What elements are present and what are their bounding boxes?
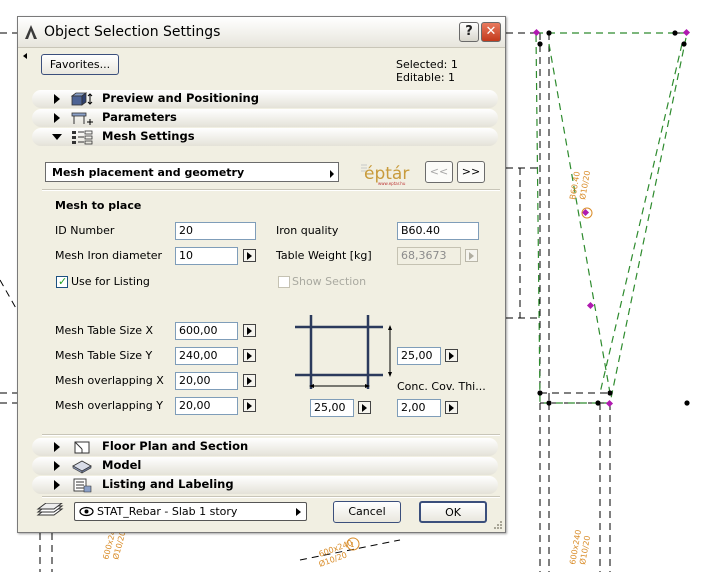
eye-icon — [79, 506, 94, 517]
group-title: Mesh to place — [55, 199, 142, 212]
collapse-arrow-icon[interactable] — [23, 53, 27, 59]
drawing-marker: 1 — [350, 541, 354, 549]
section-preview-positioning[interactable]: Preview and Positioning — [32, 90, 498, 108]
close-button[interactable]: ✕ — [481, 22, 501, 42]
section-listing-labeling[interactable]: Listing and Labeling — [32, 476, 498, 494]
layer-select[interactable]: STAT_Rebar - Slab 1 story — [74, 502, 307, 521]
expand-arrow-icon — [54, 480, 60, 490]
mesh-overlapping-y-label: Mesh overlapping Y — [55, 399, 163, 412]
layers-icon — [36, 503, 64, 516]
title-bar[interactable]: Object Selection Settings ? ✕ — [18, 17, 505, 48]
mesh-settings-icon — [72, 130, 93, 145]
eptar-logo-url: www.eptar.hu — [378, 181, 406, 186]
section-model[interactable]: Model — [32, 457, 498, 475]
mesh-table-size-x-label: Mesh Table Size X — [55, 324, 154, 337]
archicad-app-icon — [25, 25, 37, 39]
divider — [42, 189, 500, 191]
preview-3d-box-icon — [70, 92, 93, 106]
section-mesh-settings[interactable]: Mesh Settings — [32, 128, 498, 146]
use-for-listing-label[interactable]: Use for Listing — [71, 275, 150, 288]
section-label: Preview and Positioning — [102, 91, 259, 105]
mesh-table-size-y-input[interactable]: 240,00 — [175, 347, 238, 365]
spacing-horizontal-input[interactable]: 25,00 — [310, 399, 354, 417]
show-section-checkbox — [278, 276, 290, 288]
previous-page-button[interactable]: << — [425, 161, 453, 183]
window-title: Object Selection Settings — [44, 24, 221, 40]
show-section-label: Show Section — [292, 275, 367, 288]
section-label: Floor Plan and Section — [102, 439, 249, 453]
eptar-logo: éptár www.eptar.hu — [361, 164, 409, 186]
mesh-iron-diameter-input[interactable]: 10 — [175, 247, 238, 265]
size-y-menu-arrow-icon[interactable] — [243, 349, 256, 362]
layer-select-value: STAT_Rebar - Slab 1 story — [97, 505, 238, 518]
divider — [42, 496, 500, 498]
mesh-overlapping-y-input[interactable]: 20,00 — [175, 397, 238, 415]
mesh-overlapping-x-input[interactable]: 20,00 — [175, 372, 238, 390]
next-page-button[interactable]: >> — [457, 161, 485, 183]
iron-quality-label: Iron quality — [276, 224, 339, 237]
table-weight-label: Table Weight [kg] — [276, 249, 372, 262]
spacing-vertical-input[interactable]: 25,00 — [397, 347, 441, 365]
expand-arrow-icon — [54, 461, 60, 471]
diameter-menu-arrow-icon[interactable] — [243, 249, 256, 262]
section-label: Listing and Labeling — [102, 477, 234, 491]
spacing-vertical-menu-arrow-icon[interactable] — [445, 349, 458, 362]
section-parameters[interactable]: Parameters — [32, 109, 498, 127]
iron-quality-input[interactable]: B60.40 — [397, 222, 479, 240]
collapse-arrow-icon — [52, 134, 62, 140]
table-weight-input: 68,3673 — [397, 247, 461, 265]
chevron-right-icon — [330, 170, 334, 178]
section-floor-plan-section[interactable]: Floor Plan and Section — [32, 438, 498, 456]
expand-arrow-icon — [54, 113, 60, 123]
table-weight-menu-arrow-icon — [465, 249, 478, 262]
section-label: Parameters — [102, 110, 177, 124]
spacing-horizontal-menu-arrow-icon[interactable] — [358, 401, 371, 414]
resize-grip-icon[interactable] — [493, 520, 503, 530]
concrete-cover-menu-arrow-icon[interactable] — [445, 401, 458, 414]
mesh-overlapping-x-label: Mesh overlapping X — [55, 374, 164, 387]
section-label: Model — [102, 458, 142, 472]
mesh-iron-diameter-label: Mesh Iron diameter — [55, 249, 163, 262]
size-x-menu-arrow-icon[interactable] — [243, 324, 256, 337]
expand-arrow-icon — [54, 442, 60, 452]
model-icon — [72, 460, 92, 474]
concrete-cover-input[interactable]: 2,00 — [397, 399, 441, 417]
floor-plan-icon — [74, 441, 90, 454]
mesh-table-size-y-label: Mesh Table Size Y — [55, 349, 153, 362]
object-selection-settings-dialog: Object Selection Settings ? ✕ Favorites.… — [17, 16, 506, 533]
concrete-cover-label: Conc. Cov. Thi... — [397, 380, 486, 393]
id-number-input[interactable]: 20 — [175, 222, 256, 240]
divider — [42, 434, 500, 436]
mesh-preview-diagram — [295, 315, 392, 389]
cancel-button[interactable]: Cancel — [333, 501, 401, 523]
chevron-right-icon — [296, 508, 301, 516]
favorites-button[interactable]: Favorites... — [41, 54, 119, 75]
parameters-icon — [71, 112, 93, 125]
section-label: Mesh Settings — [102, 129, 195, 143]
overlap-x-menu-arrow-icon[interactable] — [243, 374, 256, 387]
listing-icon — [73, 478, 92, 493]
mesh-table-size-x-input[interactable]: 600,00 — [175, 322, 238, 340]
expand-arrow-icon — [54, 94, 60, 104]
mesh-page-select-value: Mesh placement and geometry — [52, 166, 245, 179]
use-for-listing-checkbox[interactable]: ✓ — [56, 275, 68, 288]
help-button[interactable]: ? — [459, 22, 479, 42]
selection-info: Selected: 1 Editable: 1 — [396, 58, 458, 84]
checkmark-icon: ✓ — [58, 275, 68, 288]
overlap-y-menu-arrow-icon[interactable] — [243, 399, 256, 412]
id-number-label: ID Number — [55, 224, 115, 237]
ok-button[interactable]: OK — [419, 501, 487, 523]
mesh-page-select[interactable]: Mesh placement and geometry — [45, 162, 339, 182]
